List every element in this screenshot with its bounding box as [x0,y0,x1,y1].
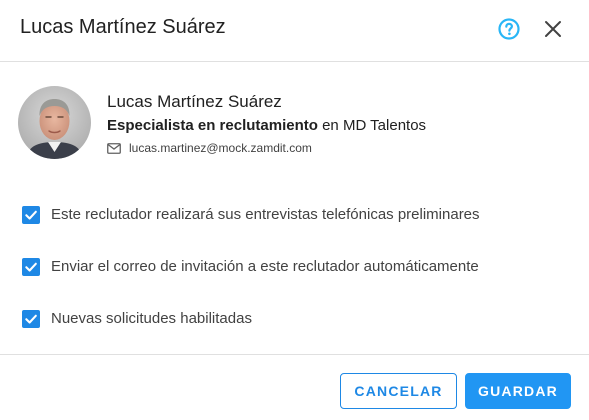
option-send-invitation[interactable]: Enviar el correo de invitación a este re… [22,257,479,277]
recruiter-name: Lucas Martínez Suárez [107,92,282,111]
checkbox-checked-icon[interactable] [22,206,40,224]
option-label: Este reclutador realizará sus entrevista… [51,206,480,223]
dialog-title: Lucas Martínez Suárez [20,16,226,38]
option-label: Nuevas solicitudes habilitadas [51,310,252,327]
recruiter-email-row: lucas.martinez@mock.zamdit.com [107,140,312,156]
close-button[interactable] [542,18,564,40]
checkbox-checked-icon[interactable] [22,258,40,276]
recruiter-role-line: Especialista en reclutamiento en MD Tale… [107,116,426,136]
cancel-button[interactable]: CANCELAR [340,373,457,409]
recruiter-dialog: Lucas Martínez Suárez Lucas Martínez Suá… [0,0,589,420]
option-preliminary-interviews[interactable]: Este reclutador realizará sus entrevista… [22,205,480,225]
dialog-footer: CANCELAR GUARDAR [0,354,589,420]
recruiter-role: Especialista en reclutamiento [107,117,318,134]
help-button[interactable] [497,17,521,41]
recruiter-email: lucas.martinez@mock.zamdit.com [129,141,312,155]
help-circle-icon [498,18,520,40]
avatar-photo [18,86,91,159]
checkbox-checked-icon[interactable] [22,310,40,328]
close-icon [545,21,561,37]
option-label: Enviar el correo de invitación a este re… [51,258,479,275]
mail-icon [107,142,121,154]
recruiter-company: MD Talentos [342,117,427,134]
option-new-applications[interactable]: Nuevas solicitudes habilitadas [22,309,252,329]
dialog-header: Lucas Martínez Suárez [0,0,589,62]
save-button[interactable]: GUARDAR [465,373,571,409]
recruiter-profile: Lucas Martínez Suárez Especialista en re… [18,86,578,166]
company-prefix: en [322,117,339,134]
avatar [18,86,91,159]
